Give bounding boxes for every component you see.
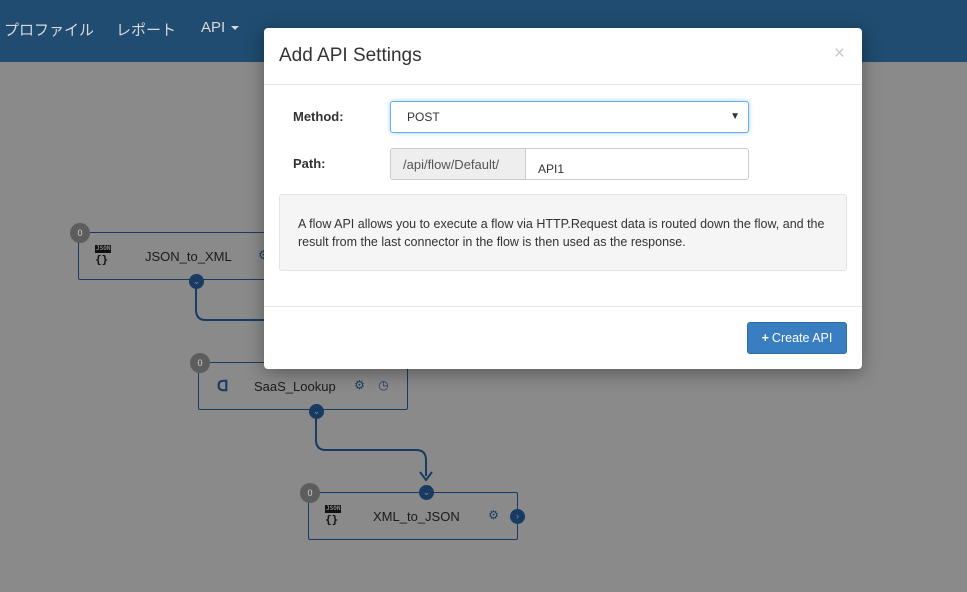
node-count-badge: 0 — [70, 223, 90, 243]
node-count-badge: 0 — [190, 353, 210, 373]
modal-header: Add API Settings × — [264, 28, 862, 85]
method-select[interactable]: POST ▼ — [390, 101, 749, 133]
path-label: Path: — [293, 156, 326, 171]
method-selected-value: POST — [407, 110, 440, 124]
json-icon: JSON{} — [95, 245, 112, 266]
close-icon[interactable]: × — [834, 43, 845, 65]
chevron-down-icon: ▼ — [730, 111, 740, 122]
node-label: XML_to_JSON — [373, 509, 460, 524]
modal-footer: + Create API — [264, 307, 862, 369]
clock-icon[interactable]: ◷ — [377, 379, 390, 392]
node-count-badge: 0 — [300, 483, 320, 503]
modal-body: Method: POST ▼ Path: /api/flow/Default/ … — [264, 85, 862, 307]
modal-title: Add API Settings — [279, 45, 422, 66]
api-info-text: A flow API allows you to execute a flow … — [279, 194, 847, 271]
create-api-button[interactable]: + Create API — [747, 322, 847, 354]
node-json-to-xml[interactable]: 0 JSON{} JSON_to_XML ⚙ ⌄ — [70, 223, 269, 289]
node-label: JSON_to_XML — [145, 249, 232, 264]
gear-icon[interactable]: ⚙ — [353, 379, 366, 392]
connection-saas-to-xml — [315, 418, 427, 476]
saas-connector-icon: ᗡ — [217, 377, 229, 395]
plus-icon: + — [761, 331, 769, 345]
output-port-chevron-down-icon[interactable]: ⌄ — [189, 274, 204, 289]
output-port-chevron-right-icon[interactable]: › — [510, 509, 525, 524]
json-icon: JSON{} — [325, 505, 342, 526]
node-label: SaaS_Lookup — [254, 379, 336, 394]
path-prefix: /api/flow/Default/ — [390, 148, 526, 180]
node-saas-lookup[interactable]: 0 ᗡ SaaS_Lookup ⚙ ◷ ⌄ — [190, 353, 408, 419]
output-port-chevron-down-icon[interactable]: ⌄ — [309, 404, 324, 419]
create-api-label: Create API — [771, 331, 833, 345]
path-input[interactable] — [526, 148, 749, 180]
input-port-chevron-down-icon[interactable]: ⌄ — [419, 485, 434, 500]
method-label: Method: — [293, 109, 344, 124]
node-xml-to-json[interactable]: 0 ⌄ JSON{} XML_to_JSON ⚙ › — [300, 483, 525, 540]
add-api-settings-dialog: Add API Settings × Method: POST ▼ Path: … — [264, 28, 862, 369]
gear-icon[interactable]: ⚙ — [487, 509, 500, 522]
connection-json-to-saas — [195, 286, 268, 321]
